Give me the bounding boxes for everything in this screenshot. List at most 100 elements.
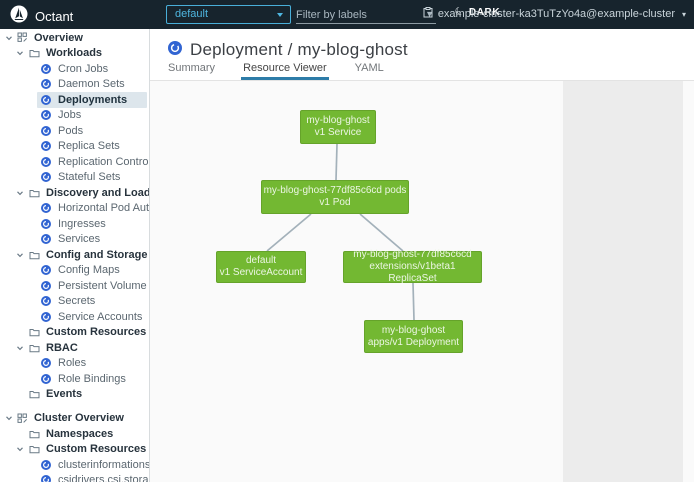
sidebar-item-config-and-storage[interactable]: Config and Storage <box>0 247 149 263</box>
resource-icon <box>41 374 51 384</box>
resource-icon <box>41 460 51 470</box>
sidebar-item-clusterinformations-crd-projec[interactable]: clusterinformations.crd.projec <box>0 457 149 473</box>
namespace-dropdown-value: default <box>175 8 208 20</box>
graph-node-deployment[interactable]: my-blog-ghostapps/v1 Deployment <box>364 320 463 353</box>
sidebar-item-namespaces[interactable]: Namespaces <box>0 426 149 442</box>
sidebar-item-roles[interactable]: Roles <box>0 356 149 372</box>
resource-viewer-canvas: my-blog-ghostv1 Service my-blog-ghost-77d… <box>150 81 694 482</box>
sidebar-item-label: Stateful Sets <box>58 171 120 183</box>
sidebar-item-workloads[interactable]: Workloads <box>0 46 149 62</box>
chevron-down-icon[interactable] <box>16 328 24 336</box>
sidebar-item-label: Custom Resources <box>46 326 146 338</box>
sidebar-item-config-maps[interactable]: Config Maps <box>0 263 149 279</box>
sidebar-item-daemon-sets[interactable]: Daemon Sets <box>0 77 149 93</box>
resource-icon <box>41 358 51 368</box>
sidebar-item-custom-resources[interactable]: Custom Resources <box>0 325 149 341</box>
node-kind: v1 Pod <box>262 197 408 209</box>
chevron-down-icon[interactable] <box>5 34 13 42</box>
folder-icon <box>29 188 40 198</box>
folder-icon <box>29 48 40 58</box>
sidebar-item-custom-resources[interactable]: Custom Resources <box>0 442 149 458</box>
resource-icon <box>41 296 51 306</box>
resource-icon <box>41 234 51 244</box>
applications-icon <box>17 413 28 424</box>
sidebar-item-discovery-and-load-balancing[interactable]: Discovery and Load Balancing <box>0 185 149 201</box>
sidebar-item-ingresses[interactable]: Ingresses <box>0 216 149 232</box>
sidebar-item-label: Roles <box>58 357 86 369</box>
sidebar-item-deployments[interactable]: Deployments <box>0 92 149 108</box>
sidebar-item-cron-jobs[interactable]: Cron Jobs <box>0 61 149 77</box>
top-bar: Octant default ▼ ☾ DARK example-cluster-… <box>0 0 694 29</box>
node-kind: v1 ServiceAccount <box>217 267 305 279</box>
sidebar-item-label: Replica Sets <box>58 140 120 152</box>
sidebar-item-stateful-sets[interactable]: Stateful Sets <box>0 170 149 186</box>
graph-node-serviceaccount[interactable]: defaultv1 ServiceAccount <box>216 251 306 283</box>
tab-yaml[interactable]: YAML <box>353 58 386 80</box>
sidebar-item-replica-sets[interactable]: Replica Sets <box>0 139 149 155</box>
page-title-row: Deployment / my-blog-ghost <box>168 40 408 60</box>
folder-icon <box>29 444 40 454</box>
sidebar-item-label: Secrets <box>58 295 95 307</box>
resource-icon <box>41 281 51 291</box>
graph-node-replicaset[interactable]: my-blog-ghost-77df85c6cdextensions/v1bet… <box>343 251 482 283</box>
sidebar-item-role-bindings[interactable]: Role Bindings <box>0 371 149 387</box>
sidebar-item-label: Config and Storage <box>46 249 147 261</box>
label-filter-input[interactable] <box>296 6 418 24</box>
resource-icon <box>41 312 51 322</box>
tab-summary[interactable]: Summary <box>166 58 217 80</box>
resource-icon <box>41 475 51 482</box>
sidebar-item-overview[interactable]: Overview <box>0 30 149 46</box>
sidebar-item-secrets[interactable]: Secrets <box>0 294 149 310</box>
chevron-down-icon[interactable] <box>16 445 24 453</box>
sidebar-item-label: Overview <box>34 32 83 44</box>
chevron-down-icon: ▾ <box>682 10 686 19</box>
sidebar-item-label: clusterinformations.crd.projec <box>58 459 150 471</box>
sidebar-item-pods[interactable]: Pods <box>0 123 149 139</box>
resource-icon <box>41 126 51 136</box>
sidebar-item-service-accounts[interactable]: Service Accounts <box>0 309 149 325</box>
chevron-down-icon[interactable] <box>16 390 24 398</box>
chevron-down-icon[interactable] <box>16 344 24 352</box>
chevron-down-icon[interactable] <box>16 251 24 259</box>
sidebar-item-rbac[interactable]: RBAC <box>0 340 149 356</box>
folder-icon <box>29 429 40 439</box>
chevron-down-icon[interactable] <box>5 414 13 422</box>
chevron-down-icon[interactable] <box>16 49 24 57</box>
sidebar-item-label: Namespaces <box>46 428 113 440</box>
node-kind: apps/v1 Deployment <box>365 337 462 349</box>
sidebar-item-horizontal-pod-autoscalers[interactable]: Horizontal Pod Autoscalers <box>0 201 149 217</box>
sidebar-item-persistent-volume-claims[interactable]: Persistent Volume Claims <box>0 278 149 294</box>
cluster-icon <box>423 7 433 21</box>
chevron-down-icon[interactable] <box>16 189 24 197</box>
sidebar-item-label: Service Accounts <box>58 311 142 323</box>
sidebar-item-label: Custom Resources <box>46 443 146 455</box>
sidebar-item-label: Events <box>46 388 82 400</box>
node-name: my-blog-ghost <box>365 325 462 337</box>
sidebar-item-label: Role Bindings <box>58 373 126 385</box>
sidebar-item-services[interactable]: Services <box>0 232 149 248</box>
chevron-down-icon[interactable] <box>16 430 24 438</box>
graph-node-pod[interactable]: my-blog-ghost-77df85c6cd podsv1 Pod <box>261 180 409 214</box>
chevron-down-icon <box>277 13 283 17</box>
node-name: default <box>217 255 305 267</box>
tab-resource-viewer[interactable]: Resource Viewer <box>241 58 329 80</box>
sidebar-item-label: Services <box>58 233 100 245</box>
sidebar-item-label: Daemon Sets <box>58 78 125 90</box>
sidebar-item-events[interactable]: Events <box>0 387 149 403</box>
cluster-context-selector[interactable]: example-cluster-ka3TuTzYo4a@example-clus… <box>423 7 686 21</box>
resource-icon <box>41 157 51 167</box>
sidebar-item-label: csidrivers.csi.storage.k8s.io <box>58 474 150 482</box>
sidebar-item-label: Replication Controllers <box>58 156 150 168</box>
folder-icon <box>29 250 40 260</box>
graph-node-service[interactable]: my-blog-ghostv1 Service <box>300 110 376 144</box>
resource-icon <box>41 265 51 275</box>
sidebar-item-jobs[interactable]: Jobs <box>0 108 149 124</box>
sidebar-item-csidrivers-csi-storage-k8s-io[interactable]: csidrivers.csi.storage.k8s.io <box>0 473 149 482</box>
folder-icon <box>29 327 40 337</box>
sidebar-item-label: Workloads <box>46 47 102 59</box>
content-header: Deployment / my-blog-ghost Summary Resour… <box>150 29 694 81</box>
sidebar-item-replication-controllers[interactable]: Replication Controllers <box>0 154 149 170</box>
sidebar-item-cluster-overview[interactable]: Cluster Overview <box>0 411 149 427</box>
applications-icon <box>17 32 28 43</box>
namespace-dropdown[interactable]: default <box>166 5 291 24</box>
